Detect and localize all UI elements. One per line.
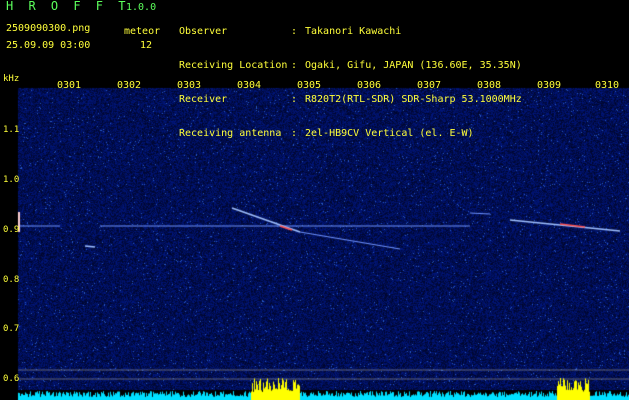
y-tick-label: 0.7 [3, 324, 20, 334]
hroft-window: H R O F F T 1.0.0 2509090300.png 25.09.0… [0, 0, 629, 400]
y-axis-unit: kHz [3, 74, 20, 84]
info-row-receiver: Receiver: R820T2(RTL-SDR) SDR-Sharp 53.10… [179, 94, 522, 105]
x-tick-label: 0310 [595, 80, 620, 91]
version-label: 1.0.0 [126, 2, 157, 13]
x-tick-label: 0308 [477, 80, 502, 91]
y-tick-label: 0.6 [3, 374, 20, 384]
meteor-label: meteor [124, 26, 161, 37]
x-tick-label: 0301 [57, 80, 82, 91]
x-tick-label: 0302 [117, 80, 142, 91]
y-tick-label: 1.0 [3, 175, 20, 185]
filename-label: 2509090300.png [6, 23, 91, 34]
y-tick-label: 0.8 [3, 275, 20, 285]
y-tick-label: 1.1 [3, 125, 20, 135]
info-row-antenna: Receiving antenna:2el-HB9CV Vertical (el… [179, 128, 474, 139]
x-tick-label: 0303 [177, 80, 202, 91]
info-row-observer: Observer: Takanori Kawachi [179, 26, 402, 37]
app-title: H R O F F T [6, 0, 130, 13]
x-tick-label: 0305 [297, 80, 322, 91]
station-info: Observer: Takanori Kawachi Receiving Loca… [179, 4, 522, 162]
x-tick-label: 0307 [417, 80, 442, 91]
y-tick-label: 0.9 [3, 225, 20, 235]
x-tick-label: 0309 [537, 80, 562, 91]
info-row-location: Receiving Location: Ogaki, Gifu, JAPAN (1… [179, 60, 522, 71]
meteor-count: 12 [140, 40, 153, 51]
x-tick-label: 0306 [357, 80, 382, 91]
datetime-label: 25.09.09 03:00 [6, 40, 91, 51]
x-tick-label: 0304 [237, 80, 262, 91]
